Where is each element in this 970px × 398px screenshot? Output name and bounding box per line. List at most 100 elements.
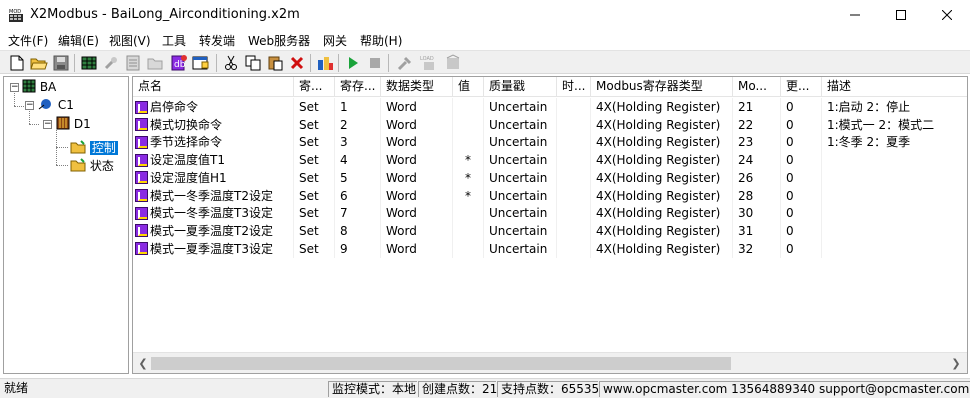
menu-view[interactable]: 视图(V) [109, 32, 151, 49]
tree-node-control[interactable]: 控制 [70, 139, 118, 156]
new-file-icon[interactable] [8, 54, 26, 72]
db-icon[interactable]: db [170, 54, 188, 72]
import-icon[interactable] [316, 54, 334, 72]
table-cell: 季节选择命令 [133, 133, 294, 152]
column-header[interactable]: 更... [781, 77, 822, 97]
column-header[interactable]: 描述 [822, 77, 967, 97]
column-header[interactable]: 质量戳 [484, 77, 557, 97]
table-row[interactable]: 设定湿度值H1 Set 5 Word * Uncertain 4X(Holding Regi… [133, 168, 967, 187]
save-icon[interactable] [52, 54, 70, 72]
table-cell: 0 [781, 98, 822, 116]
tag-icon [135, 242, 148, 256]
tag-name: 模式一冬季温度T2设定 [150, 188, 273, 203]
cut-icon[interactable] [222, 54, 240, 72]
minimize-button[interactable] [832, 0, 878, 30]
table-row[interactable]: 启停命令 Set 1 Word Uncertain 4X(Holding Register… [133, 98, 967, 116]
tree-label-ba: BA [39, 80, 57, 94]
column-header[interactable]: 寄... [294, 77, 335, 97]
menu-edit[interactable]: 编辑(E) [58, 32, 99, 49]
maximize-button[interactable] [878, 0, 924, 30]
status-supported-points: 支持点数：65535 [497, 381, 599, 397]
tag-icon [135, 206, 148, 220]
horizontal-scrollbar[interactable]: ❮ ❯ [133, 352, 967, 373]
table-cell: Set [294, 204, 335, 223]
paste-icon[interactable] [266, 54, 284, 72]
toolbar-separator [216, 54, 217, 72]
start-icon[interactable] [344, 54, 362, 72]
tag-icon [135, 189, 148, 202]
properties-icon[interactable] [192, 54, 210, 72]
scroll-thumb[interactable] [151, 357, 731, 370]
table-cell [453, 204, 484, 223]
table-cell: 模式一夏季温度T3设定 [133, 239, 294, 258]
table-cell: Word [381, 115, 453, 134]
grid-header: 点名 寄... 寄存... 数据类型值质量戳 时... Modbus寄存器类型 Mo... 更… [133, 77, 967, 97]
status-mode: 监控模式：本地 [328, 381, 417, 397]
open-folder-icon[interactable] [30, 54, 48, 72]
toolbar-separator [388, 54, 389, 72]
table-cell [822, 169, 967, 187]
settings-icon[interactable] [396, 54, 414, 72]
menu-gateway[interactable]: 网关 [323, 32, 347, 49]
column-header[interactable]: Mo... [733, 77, 781, 97]
table-cell [822, 187, 967, 205]
tag-icon [135, 118, 148, 132]
tree-label-c1: C1 [57, 98, 74, 112]
grid-icon[interactable] [80, 54, 98, 72]
menu-forwarder[interactable]: 转发端 [199, 32, 235, 49]
table-cell: 21 [733, 98, 781, 116]
load-icon[interactable]: LOAD [420, 54, 438, 72]
table-cell [453, 133, 484, 152]
table-row[interactable]: 季节选择命令 Set 3 Word Uncertain 4X(Holding Regist… [133, 133, 967, 152]
folder-open-icon[interactable] [146, 54, 164, 72]
table-cell: 4X(Holding Register) [591, 239, 733, 258]
list-icon[interactable] [124, 54, 142, 72]
table-cell: 模式切换命令 [133, 115, 294, 134]
table-cell: Uncertain [484, 98, 557, 116]
tool-icon[interactable] [102, 54, 120, 72]
column-header[interactable]: 点名 [133, 77, 294, 97]
table-cell: 4 [335, 151, 381, 170]
table-row[interactable]: 模式一夏季温度T2设定 Set 8 Word Uncertain 4X(Holding R… [133, 221, 967, 240]
table-row[interactable]: 模式切换命令 Set 2 Word Uncertain 4X(Holding Regist… [133, 115, 967, 134]
menu-file[interactable]: 文件(F) [8, 32, 48, 49]
tag-name: 启停命令 [150, 100, 199, 114]
collapse-toggle-d1[interactable]: − [43, 120, 52, 129]
menu-help[interactable]: 帮助(H) [360, 32, 402, 49]
table-cell [453, 98, 484, 116]
table-row[interactable]: 模式一冬季温度T3设定 Set 7 Word Uncertain 4X(Holding R… [133, 204, 967, 223]
table-cell: 22 [733, 115, 781, 134]
tree-node-c1[interactable]: C1 [38, 97, 74, 112]
table-row[interactable]: 模式一冬季温度T2设定 Set 6 Word * Uncertain 4X(Holding … [133, 186, 967, 205]
tree-node-d1[interactable]: D1 [56, 116, 91, 131]
close-button[interactable] [924, 0, 970, 30]
tag-name: 模式一冬季温度T3设定 [150, 206, 273, 221]
column-header[interactable]: 值 [453, 77, 484, 97]
table-cell: Word [381, 98, 453, 116]
collapse-toggle-c1[interactable]: − [25, 101, 34, 110]
column-header[interactable]: 时... [557, 77, 591, 97]
table-row[interactable]: 模式一夏季温度T3设定 Set 9 Word Uncertain 4X(Holding R… [133, 239, 967, 258]
column-header[interactable]: 寄存... [335, 77, 381, 97]
table-row[interactable]: 设定温度值T1 Set 4 Word * Uncertain 4X(Holding Regi… [133, 151, 967, 170]
copy-icon[interactable] [244, 54, 262, 72]
table-cell [453, 221, 484, 240]
table-cell: Set [294, 186, 335, 205]
column-header[interactable]: Modbus寄存器类型 [591, 77, 733, 97]
project-icon [22, 79, 36, 93]
stop-icon[interactable] [366, 54, 384, 72]
menu-tools[interactable]: 工具 [162, 32, 186, 49]
table-cell: 26 [733, 168, 781, 187]
menu-web-server[interactable]: Web服务器 [248, 32, 310, 49]
collapse-toggle-ba[interactable]: − [10, 83, 19, 92]
status-created-points: 创建点数：21 [418, 381, 497, 397]
scroll-right-icon[interactable]: ❯ [948, 356, 964, 371]
tree-node-status[interactable]: 状态 [70, 157, 114, 174]
delete-icon[interactable] [288, 54, 306, 72]
unload-icon[interactable] [444, 54, 462, 72]
column-header[interactable]: 数据类型 [381, 77, 453, 97]
table-cell: Set [294, 239, 335, 258]
tree-node-ba[interactable]: BA [22, 79, 56, 94]
scroll-left-icon[interactable]: ❮ [135, 356, 151, 371]
tree-view: − BA − C1 − D1 控制 状态 [3, 76, 129, 374]
